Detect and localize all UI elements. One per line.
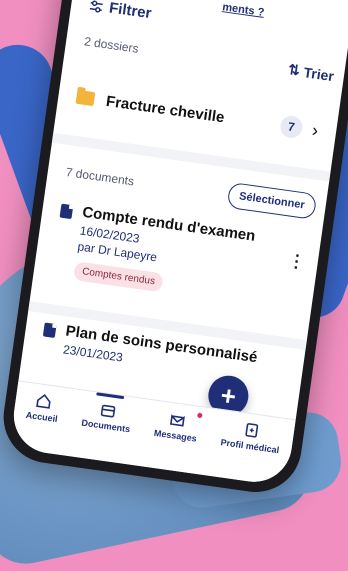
tab-label: Accueil xyxy=(25,409,59,425)
tab-label: Profil médical xyxy=(219,437,280,456)
folder-icon xyxy=(75,89,96,107)
folder-icon xyxy=(100,404,116,418)
sort-arrows-icon: ⇅ xyxy=(287,60,302,79)
document-item[interactable]: Compte rendu d'examen 16/02/2023 par Dr … xyxy=(33,198,321,313)
folder-count-badge: 7 xyxy=(278,114,304,140)
document-icon xyxy=(42,322,57,338)
folder-name: Fracture cheville xyxy=(105,92,226,126)
sort-button[interactable]: ⇅ Trier xyxy=(287,61,335,84)
tab-profil-medical[interactable]: Profil médical xyxy=(220,418,282,455)
category-tag: Comptes rendus xyxy=(72,261,165,293)
chevron-right-icon: › xyxy=(310,119,320,141)
tab-messages[interactable]: Messages xyxy=(153,409,203,444)
message-icon xyxy=(170,414,185,427)
home-icon xyxy=(36,394,51,409)
notification-dot xyxy=(196,412,203,419)
documents-count: 7 documents xyxy=(64,165,135,189)
tab-documents[interactable]: Documents xyxy=(80,399,134,435)
tab-label: Documents xyxy=(80,417,131,435)
phone-screen: ments ? Filtrer 2 dossiers ⇅ Trier Fract… xyxy=(9,0,348,487)
sort-label: Trier xyxy=(302,63,336,84)
filter-button[interactable]: Filtrer xyxy=(88,0,152,22)
more-options-icon[interactable]: · · · xyxy=(292,248,301,277)
tab-accueil[interactable]: Accueil xyxy=(25,391,61,424)
medical-profile-icon xyxy=(245,423,259,438)
select-button[interactable]: Sélectionner xyxy=(226,181,318,220)
top-link[interactable]: ments ? xyxy=(222,1,265,19)
filter-sliders-icon xyxy=(89,0,103,13)
folders-count: 2 dossiers xyxy=(83,33,140,56)
smartphone: ments ? Filtrer 2 dossiers ⇅ Trier Fract… xyxy=(0,0,348,498)
tab-label: Messages xyxy=(153,427,198,444)
document-icon xyxy=(59,203,74,220)
filter-label: Filtrer xyxy=(108,0,153,23)
